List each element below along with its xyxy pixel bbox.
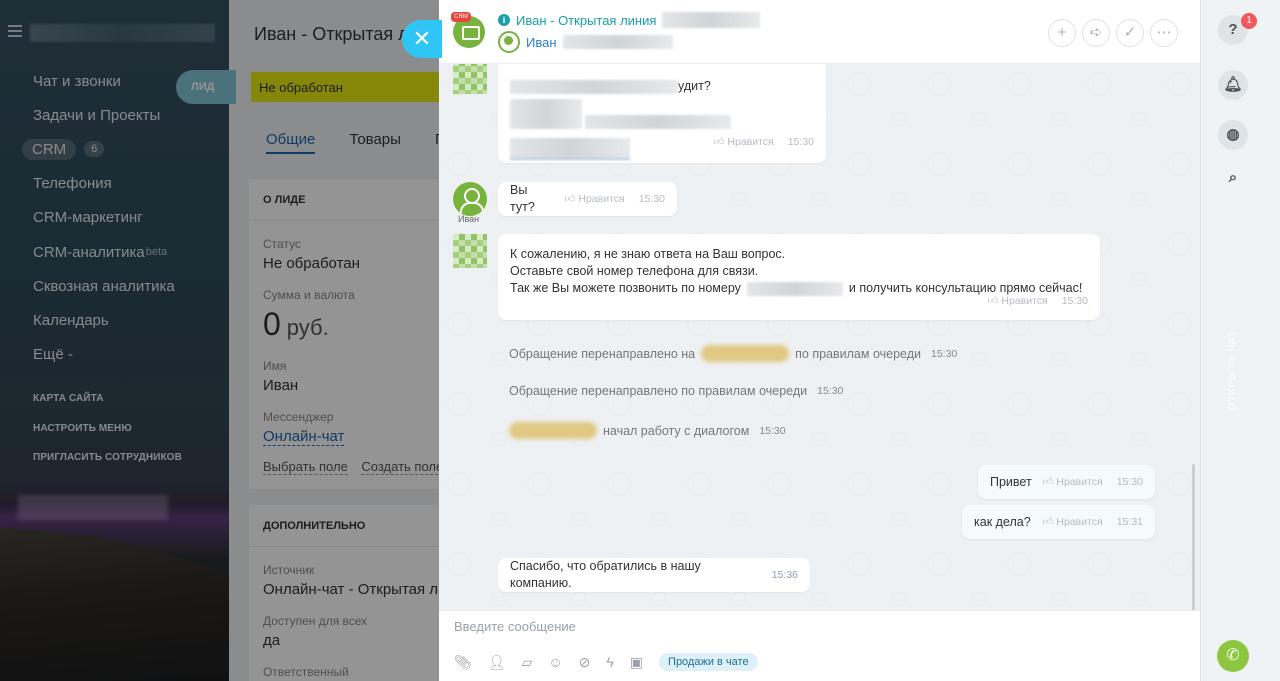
message-list[interactable]: удит? 👍︎ Нравится 15:30 Иван Вы тут? 👍︎ Н… <box>439 64 1200 610</box>
right-rail: ? 1 🔔︎ ◍ ⌕ ОТКРЫТЬ ЧАТ ✆ <box>1200 0 1280 681</box>
redacted-text <box>510 99 582 129</box>
close-slider-button[interactable]: ✕ <box>402 20 442 58</box>
system-text: Обращение перенаправлено на <box>509 346 696 361</box>
header-actions: + ➪ ✓ ⋯ <box>1048 19 1178 47</box>
scrollbar[interactable] <box>1192 464 1195 610</box>
add-user-button[interactable]: + <box>1048 19 1076 47</box>
message-time: 15:30 <box>1061 295 1088 307</box>
redacted-operator <box>509 422 597 439</box>
like-button[interactable]: 👍︎ Нравится <box>713 136 773 148</box>
info-icon[interactable]: i <box>498 14 510 26</box>
message-bubble-mine: Привет 👍︎ Нравится 15:30 <box>978 465 1155 499</box>
message-time: 15:36 <box>771 568 798 581</box>
message-meta: 👍︎ Нравится 15:30 <box>1042 474 1143 491</box>
message-time: 15:30 <box>759 424 786 437</box>
message-line: К сожалению, я не знаю ответа на Ваш воп… <box>510 247 786 261</box>
redacted-text <box>562 35 673 49</box>
message-input[interactable]: Введите сообщение <box>454 619 576 634</box>
message-bubble: удит? 👍︎ Нравится 15:30 <box>498 64 826 163</box>
chat-title-row: i Иван - Открытая линия <box>498 12 761 28</box>
like-label: Нравится <box>727 136 774 148</box>
system-text: по правилам очереди <box>795 346 921 361</box>
composer-toolbar: 📎︎ 👤︎ ▱ ☺ ⊘ ϟ ▣ Продажи в чате <box>454 653 758 671</box>
message-text: Привет <box>990 474 1032 489</box>
quick-answers-icon[interactable]: ▱ <box>522 654 533 671</box>
chat-panel: CRM i Иван - Открытая линия Иван + ➪ ✓ ⋯… <box>439 0 1200 681</box>
smile-icon[interactable]: ☺ <box>548 654 562 670</box>
system-message: начал работу с диалогом 15:30 <box>509 422 786 439</box>
chat-title[interactable]: Иван - Открытая линия <box>516 13 656 28</box>
user-icon[interactable]: 👤︎ <box>488 654 506 671</box>
user-avatar-icon <box>498 31 520 53</box>
like-label: Нравится <box>578 192 625 205</box>
hidden-message-icon[interactable]: ⊘ <box>579 654 591 671</box>
message-text: удит? <box>510 78 814 95</box>
message-time: 15:30 <box>638 192 665 205</box>
chat-user-row: Иван <box>498 31 673 53</box>
system-message: Обращение перенаправлено по правилам оче… <box>509 384 843 398</box>
message-line: Оставьте свой номер телефона для связи. <box>510 264 759 278</box>
form-icon[interactable]: ▣ <box>630 654 643 671</box>
phone-icon[interactable]: ✆ <box>1217 640 1249 672</box>
redacted-text <box>585 115 732 129</box>
bot-avatar <box>453 234 487 268</box>
message-composer: Введите сообщение 📎︎ 👤︎ ▱ ☺ ⊘ ϟ ▣ Продаж… <box>439 610 1200 681</box>
redacted-text <box>662 12 761 28</box>
message-bubble: Спасибо, что обратились в нашу компанию.… <box>498 558 810 592</box>
message-text: Спасибо, что обратились в нашу компанию. <box>510 559 701 590</box>
message-time: 15:30 <box>787 136 814 148</box>
notification-badge: 1 <box>1241 13 1257 29</box>
message-meta: 👍︎ Нравится 15:30 <box>564 191 665 208</box>
like-button[interactable]: 👍︎ Нравится <box>987 295 1047 307</box>
guest-avatar <box>453 64 487 94</box>
message-text: Вы тут? <box>510 183 535 214</box>
like-label: Нравится <box>1001 295 1048 307</box>
message-time: 15:30 <box>817 385 844 397</box>
sales-in-chat-tag[interactable]: Продажи в чате <box>659 653 758 671</box>
redacted-phone <box>746 281 843 296</box>
like-button[interactable]: 👍︎ Нравится <box>1042 476 1102 488</box>
message-bubble: Вы тут? 👍︎ Нравится 15:30 <box>498 182 677 216</box>
overlay-dim[interactable] <box>0 0 459 681</box>
search-icon[interactable]: ⌕ <box>1218 163 1248 193</box>
like-button[interactable]: 👍︎ Нравится <box>564 193 624 205</box>
open-chat-label[interactable]: ОТКРЫТЬ ЧАТ <box>1227 330 1238 410</box>
redacted-link <box>510 138 630 160</box>
message-time: 15:30 <box>1116 475 1143 488</box>
message-meta: 👍︎ Нравится 15:31 <box>1042 514 1143 531</box>
transfer-icon[interactable]: ➪ <box>1082 19 1110 47</box>
chat-header: CRM i Иван - Открытая линия Иван + ➪ ✓ ⋯ <box>439 0 1200 64</box>
redacted-text <box>510 79 678 94</box>
like-label: Нравится <box>1056 515 1103 528</box>
chat-icon[interactable]: ◍ <box>1218 120 1248 150</box>
system-text: Обращение перенаправлено по правилам оче… <box>509 384 808 398</box>
message-meta: 👍︎ Нравится 15:30 <box>987 293 1088 310</box>
more-icon[interactable]: ⋯ <box>1150 19 1178 47</box>
operator-avatar-icon[interactable] <box>453 182 487 216</box>
redacted-operator <box>701 345 790 362</box>
system-message: Обращение перенаправлено на по правилам … <box>509 345 957 362</box>
lightning-icon[interactable]: ϟ <box>606 654 613 670</box>
crm-chip: CRM <box>451 12 471 22</box>
operator-name: Иван <box>458 214 480 224</box>
like-button[interactable]: 👍︎ Нравится <box>1042 516 1102 528</box>
message-text: Так же Вы можете позвонить по номеру <box>510 281 741 295</box>
message-bubble: К сожалению, я не знаю ответа на Ваш воп… <box>498 234 1100 320</box>
message-meta: 👍︎ Нравится 15:30 <box>713 134 814 151</box>
chat-user-name[interactable]: Иван <box>526 35 557 50</box>
bell-icon[interactable]: 🔔︎ <box>1218 70 1248 100</box>
message-time: 15:30 <box>931 347 958 360</box>
message-text: как дела? <box>974 514 1031 529</box>
like-label: Нравится <box>1056 475 1103 488</box>
finish-dialog-icon[interactable]: ✓ <box>1116 19 1144 47</box>
message-bubble-mine: как дела? 👍︎ Нравится 15:31 <box>962 505 1155 539</box>
message-tail: удит? <box>678 79 711 93</box>
message-time: 15:31 <box>1116 515 1143 528</box>
attach-icon[interactable]: 📎︎ <box>454 654 472 671</box>
system-text: начал работу с диалогом <box>603 423 750 438</box>
